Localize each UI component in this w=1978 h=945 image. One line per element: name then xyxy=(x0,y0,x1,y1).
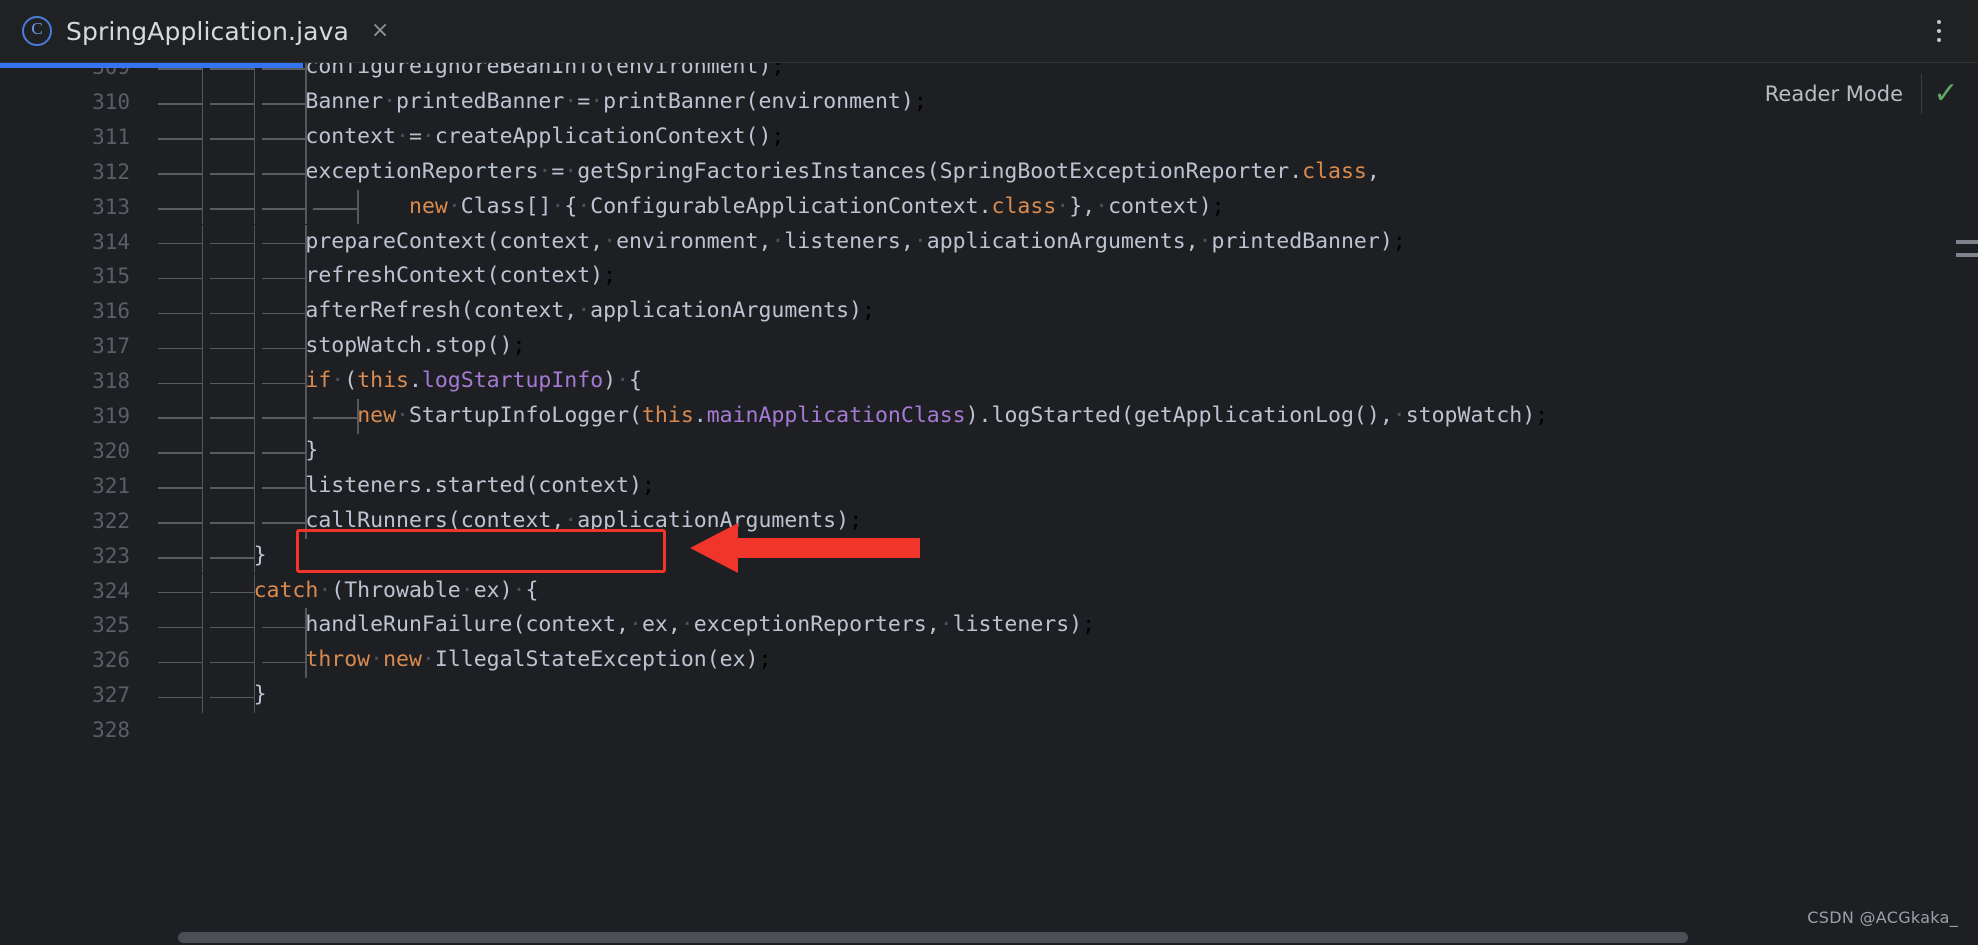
line-number: 318 xyxy=(92,369,130,394)
scroll-marker[interactable] xyxy=(1956,253,1978,257)
code-text: listeners.started(context); xyxy=(305,472,655,498)
code-text: afterRefresh(context,·applicationArgumen… xyxy=(305,298,875,324)
tab-spring-application-java[interactable]: C SpringApplication.java × xyxy=(0,0,411,62)
code-text: configureIgnoreBeanInfo(environment); xyxy=(305,63,785,79)
code-text: } xyxy=(305,437,319,463)
code-line[interactable]: new·StartupInfoLogger(this.mainApplicati… xyxy=(150,399,1978,434)
code-text: new·Class[]·{·ConfigurableApplicationCon… xyxy=(409,193,1225,219)
code-line[interactable]: new·Class[]·{·ConfigurableApplicationCon… xyxy=(150,190,1978,225)
reader-mode-bar: Reader Mode ✓ xyxy=(1765,63,1978,125)
line-number: 328 xyxy=(92,718,130,743)
kebab-menu-icon[interactable] xyxy=(1914,0,1964,62)
code-line[interactable]: context·=·createApplicationContext(); xyxy=(150,120,1978,155)
line-number: 314 xyxy=(92,229,130,254)
horizontal-scrollbar[interactable] xyxy=(150,929,1978,945)
code-line[interactable]: } xyxy=(150,434,1978,469)
code-line[interactable]: prepareContext(context,·environment,·lis… xyxy=(150,225,1978,260)
code-line[interactable] xyxy=(150,713,1978,748)
line-number: 324 xyxy=(92,578,130,603)
code-text: if·(this.logStartupInfo)·{ xyxy=(305,368,642,394)
reader-mode-label: Reader Mode xyxy=(1764,82,1903,106)
code-text: handleRunFailure(context,·ex,·exceptionR… xyxy=(305,612,1096,638)
code-line[interactable]: handleRunFailure(context,·ex,·exceptionR… xyxy=(150,608,1978,643)
code-line[interactable]: Banner·printedBanner·=·printBanner(envir… xyxy=(150,85,1978,120)
checkmark-icon[interactable]: ✓ xyxy=(1922,79,1970,109)
line-number: 326 xyxy=(92,648,130,673)
code-line[interactable]: listeners.started(context); xyxy=(150,469,1978,504)
code-text: context·=·createApplicationContext(); xyxy=(305,123,785,149)
line-number: 325 xyxy=(92,613,130,638)
code-editor[interactable]: Reader Mode ✓ 309 310 311 312 313 314 315 316 31… xyxy=(0,63,1978,945)
code-line[interactable]: catch·(Throwable·ex)·{ xyxy=(150,574,1978,609)
code-content-pane[interactable]: configureIgnoreBeanInfo(environment); Ban… xyxy=(150,63,1978,945)
line-number: 323 xyxy=(92,543,130,568)
code-line[interactable]: exceptionReporters·=·getSpringFactoriesI… xyxy=(150,155,1978,190)
code-text: catch·(Throwable·ex)·{ xyxy=(253,577,539,603)
close-icon[interactable]: × xyxy=(371,20,389,42)
code-text: new·StartupInfoLogger(this.mainApplicati… xyxy=(357,403,1549,428)
code-line[interactable]: } xyxy=(150,678,1978,713)
code-text: refreshContext(context); xyxy=(305,263,617,289)
line-number: 310 xyxy=(92,89,130,114)
scroll-marker[interactable] xyxy=(1956,240,1978,244)
line-number: 327 xyxy=(92,683,130,708)
line-number: 322 xyxy=(92,508,130,533)
line-number-gutter: 309 310 311 312 313 314 315 316 317 318 319 320 321 3… xyxy=(0,63,150,945)
editor-tab-bar: C SpringApplication.java × xyxy=(0,0,1978,63)
code-line[interactable]: callRunners(context,·applicationArgument… xyxy=(150,504,1978,539)
code-text: } xyxy=(253,542,267,568)
line-number: 313 xyxy=(92,194,130,219)
code-line[interactable]: afterRefresh(context,·applicationArgumen… xyxy=(150,294,1978,329)
code-text: callRunners(context,·applicationArgument… xyxy=(305,507,863,533)
line-number: 315 xyxy=(92,264,130,289)
java-class-icon: C xyxy=(22,16,52,46)
line-number: 316 xyxy=(92,299,130,324)
code-line[interactable]: if·(this.logStartupInfo)·{ xyxy=(150,364,1978,399)
horizontal-scrollbar-thumb[interactable] xyxy=(178,932,1688,943)
code-text: throw·new·IllegalStateException(ex); xyxy=(305,647,772,673)
code-line[interactable]: } xyxy=(150,539,1978,574)
line-number: 311 xyxy=(92,124,130,149)
code-text: } xyxy=(253,682,267,708)
code-text: prepareContext(context,·environment,·lis… xyxy=(305,228,1406,254)
code-line[interactable]: configureIgnoreBeanInfo(environment); xyxy=(150,63,1978,85)
tab-label: SpringApplication.java xyxy=(66,16,349,46)
editor-top-progress-strip xyxy=(0,63,303,68)
code-line[interactable]: throw·new·IllegalStateException(ex); xyxy=(150,643,1978,678)
scrollbar-markers[interactable] xyxy=(1956,125,1978,945)
line-number: 320 xyxy=(92,438,130,463)
code-line[interactable]: refreshContext(context); xyxy=(150,259,1978,294)
watermark-text: CSDN @ACGkaka_ xyxy=(1807,908,1958,927)
code-text: exceptionReporters·=·getSpringFactoriesI… xyxy=(305,158,1380,184)
line-number: 321 xyxy=(92,473,130,498)
line-number: 319 xyxy=(92,404,130,428)
line-number: 317 xyxy=(92,334,130,359)
code-text: Banner·printedBanner·=·printBanner(envir… xyxy=(305,88,927,114)
code-surface[interactable]: 309 310 311 312 313 314 315 316 317 318 319 320 321 3… xyxy=(0,63,1978,945)
code-line[interactable]: stopWatch.stop(); xyxy=(150,329,1978,364)
code-text: stopWatch.stop(); xyxy=(305,333,526,359)
line-number: 312 xyxy=(92,159,130,184)
